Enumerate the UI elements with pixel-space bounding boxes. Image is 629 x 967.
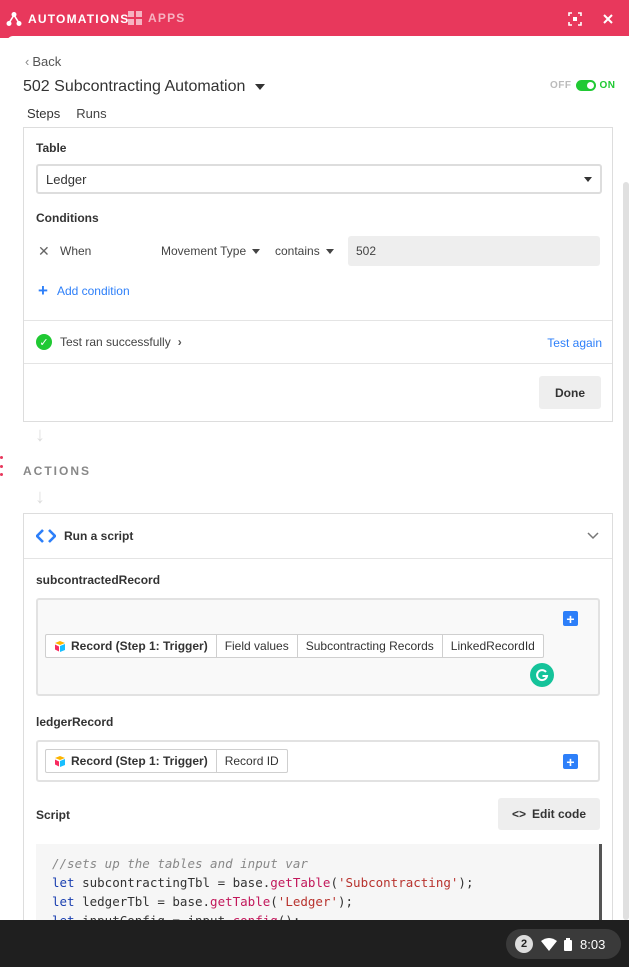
chevron-down-icon[interactable] — [586, 528, 600, 542]
tab-automations[interactable]: AUTOMATIONS — [6, 11, 129, 27]
condition-operator-select[interactable]: contains — [275, 244, 334, 258]
caret-down-icon — [584, 177, 592, 182]
action-title: Run a script — [64, 529, 134, 543]
tab-automations-label: AUTOMATIONS — [28, 12, 130, 26]
back-label: Back — [32, 54, 62, 69]
token-pill[interactable]: Record (Step 1: Trigger) — [45, 634, 217, 658]
condition-field-value: Movement Type — [161, 244, 247, 258]
condition-row: ✕ When Movement Type contains 502 — [36, 236, 602, 266]
toggle-off-label: OFF — [550, 80, 572, 91]
panel-scrollbar[interactable] — [623, 182, 629, 920]
table-label: Table — [36, 141, 67, 155]
done-button[interactable]: Done — [539, 376, 601, 409]
arrow-down-icon: ↓ — [35, 424, 45, 446]
trigger-card: Table Ledger Conditions ✕ When Movement … — [23, 128, 613, 422]
token-pill[interactable]: LinkedRecordId — [441, 634, 544, 658]
panel-resize-handle[interactable] — [0, 456, 4, 476]
table-select-value: Ledger — [46, 172, 87, 187]
divider — [24, 363, 612, 364]
divider — [24, 558, 612, 559]
action-header[interactable]: Run a script — [36, 528, 133, 544]
condition-field-select[interactable]: Movement Type — [161, 244, 261, 258]
add-condition-button[interactable]: + Add condition — [38, 282, 130, 299]
input-label-ledger-record: ledgerRecord — [36, 715, 114, 729]
caret-down-icon — [252, 248, 261, 254]
code-icon: <> — [511, 807, 526, 821]
add-token-button[interactable]: + — [563, 754, 578, 769]
token-row: Record (Step 1: Trigger) Record ID — [45, 749, 288, 773]
g-letter-icon — [536, 669, 549, 682]
system-tray[interactable]: 2 8:03 — [506, 929, 621, 959]
close-icon[interactable] — [600, 11, 616, 27]
toggle-switch[interactable] — [575, 80, 596, 91]
clock-time: 8:03 — [580, 936, 606, 952]
toggle-on-label: ON — [599, 80, 616, 91]
table-select[interactable]: Ledger — [36, 164, 602, 194]
subcontracted-record-input[interactable]: + Record (Step 1: Trigger) Field values … — [36, 598, 600, 696]
battery-icon — [564, 937, 572, 951]
arrow-down-icon: ↓ — [35, 486, 45, 508]
token-label: Record (Step 1: Trigger) — [71, 639, 208, 653]
add-condition-label: Add condition — [56, 283, 130, 298]
token-pill[interactable]: Record (Step 1: Trigger) — [45, 749, 217, 773]
notification-badge[interactable]: 2 — [515, 935, 533, 953]
page-title: 502 Subcontracting Automation — [23, 78, 246, 95]
automations-icon — [6, 12, 22, 26]
token-pill[interactable]: Subcontracting Records — [296, 634, 443, 658]
apps-icon — [128, 11, 142, 25]
add-token-button[interactable]: + — [563, 611, 578, 626]
token-pill[interactable]: Field values — [215, 634, 298, 658]
plus-icon: + — [38, 281, 48, 300]
automations-top-bar: AUTOMATIONS APPS — [0, 0, 629, 38]
check-circle-icon: ✓ — [36, 334, 52, 350]
script-label: Script — [36, 808, 71, 822]
token-label: Record (Step 1: Trigger) — [71, 754, 208, 768]
code-line: let subcontractingTbl = base.getTable('S… — [52, 875, 474, 890]
automation-editor-panel: ‹ Back 502 Subcontracting Automation OFF… — [7, 36, 629, 920]
test-status-text[interactable]: Test ran successfully — [60, 335, 171, 349]
code-icon — [36, 529, 56, 543]
condition-prefix: When — [60, 244, 92, 258]
automation-on-off-toggle[interactable]: OFF ON — [550, 80, 616, 91]
fullscreen-icon[interactable] — [567, 11, 583, 27]
airtable-logo-icon — [55, 641, 65, 652]
run-script-action-card: Run a script subcontractedRecord + Recor… — [23, 513, 613, 920]
chevron-right-icon[interactable]: › — [178, 335, 182, 349]
token-row: Record (Step 1: Trigger) Field values Su… — [45, 634, 544, 658]
condition-value-input[interactable]: 502 — [348, 236, 600, 266]
caret-down-icon — [325, 248, 334, 254]
automation-title-dropdown[interactable]: 502 Subcontracting Automation — [23, 78, 266, 96]
tab-apps[interactable]: APPS — [128, 11, 185, 25]
actions-heading: ACTIONS — [23, 464, 91, 478]
token-pill[interactable]: Record ID — [215, 749, 288, 773]
wifi-icon — [541, 937, 557, 951]
ledger-record-input[interactable]: Record (Step 1: Trigger) Record ID + — [36, 740, 600, 782]
test-result-row: ✓ Test ran successfully › Test again — [36, 334, 602, 350]
grammarly-icon[interactable] — [530, 663, 554, 687]
edit-code-label: Edit code — [532, 807, 587, 821]
divider — [24, 320, 612, 321]
code-line: let ledgerTbl = base.getTable('Ledger'); — [52, 894, 354, 909]
airtable-logo-icon — [55, 756, 65, 767]
test-again-link[interactable]: Test again — [547, 336, 602, 350]
code-line: //sets up the tables and input var — [52, 856, 308, 871]
condition-operator-value: contains — [275, 244, 320, 258]
tab-apps-label: APPS — [148, 11, 186, 25]
input-label-subcontracted-record: subcontractedRecord — [36, 573, 161, 587]
code-line: let inputConfig = input.config(); — [52, 911, 599, 920]
script-code-preview[interactable]: //sets up the tables and input var let su… — [36, 844, 602, 920]
conditions-label: Conditions — [36, 211, 99, 225]
edit-code-button[interactable]: <> Edit code — [498, 798, 600, 830]
remove-condition-icon[interactable]: ✕ — [38, 243, 50, 260]
chevron-left-icon: ‹ — [25, 54, 30, 69]
caret-down-icon — [255, 84, 266, 90]
back-link[interactable]: ‹ Back — [25, 54, 61, 69]
